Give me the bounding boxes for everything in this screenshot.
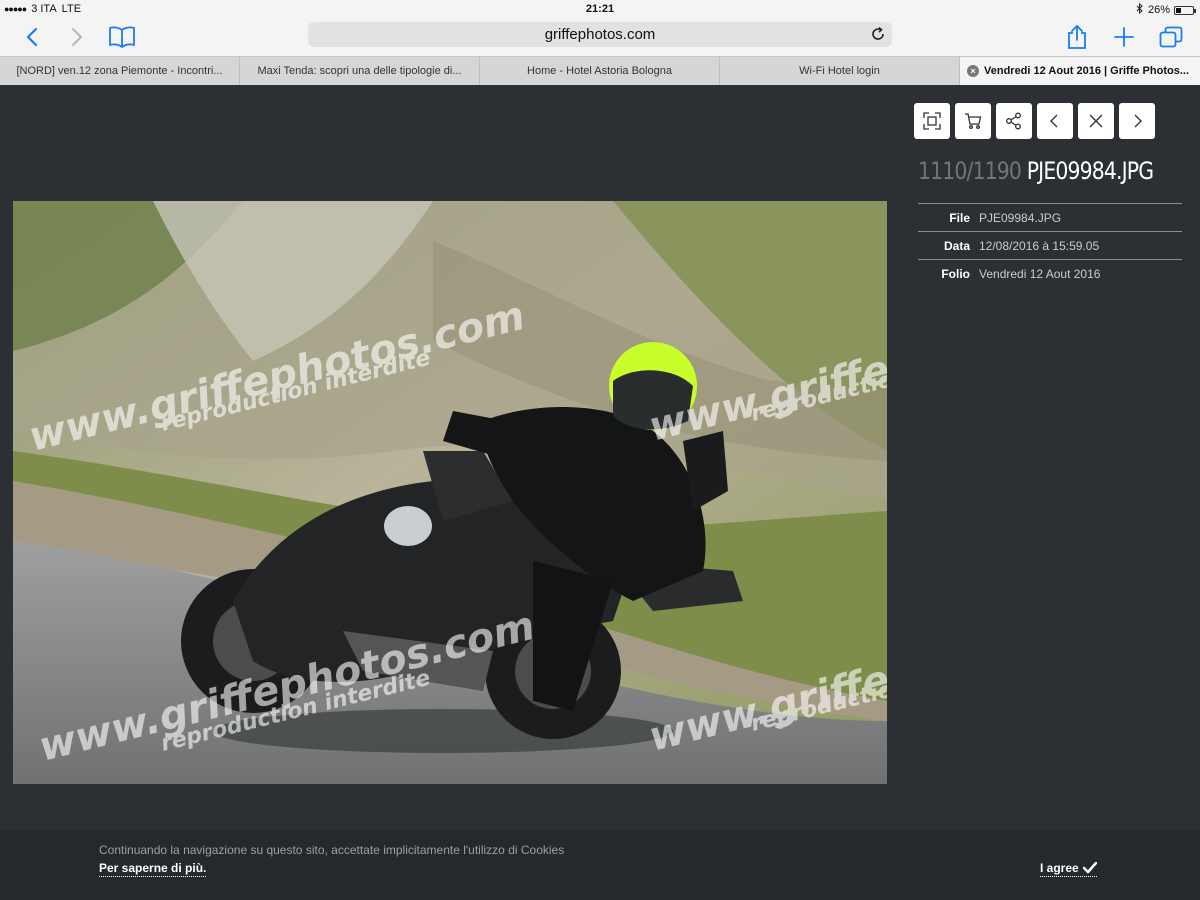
bookmarks-button[interactable] — [108, 24, 136, 50]
meta-key: Folio — [941, 266, 970, 281]
tab-label: [NORD] ven.12 zona Piemonte - Incontri..… — [16, 65, 223, 77]
cookie-text: Continuando la navigazione su questo sit… — [99, 843, 565, 857]
chevron-left-icon — [26, 27, 38, 47]
status-time: 21:21 — [585, 3, 615, 15]
plus-icon — [1114, 27, 1134, 47]
fullscreen-button[interactable] — [914, 103, 950, 139]
checkmark-icon — [1082, 862, 1097, 874]
tabs-overview-button[interactable] — [1157, 24, 1185, 50]
tabs-icon — [1159, 26, 1183, 48]
url-text: griffephotos.com — [544, 26, 656, 43]
new-tab-button[interactable] — [1110, 24, 1138, 50]
battery-icon — [1174, 5, 1196, 15]
browser-toolbar: griffephotos.com — [0, 18, 1200, 56]
share-photo-button[interactable] — [996, 103, 1032, 139]
book-icon — [109, 26, 135, 48]
battery-percent: 26% — [1147, 4, 1170, 16]
photo-image: www.griffephotos.com reproduction interd… — [13, 201, 887, 784]
tab-label: Maxi Tenda: scopri una delle tipologie d… — [257, 65, 462, 77]
chevron-left-icon — [1050, 114, 1058, 128]
close-tab-icon[interactable]: × — [967, 65, 979, 77]
photo-title: 1110/1190 PJE09984.JPG — [918, 157, 1154, 185]
tab-wifi-login[interactable]: Wi-Fi Hotel login — [720, 57, 960, 85]
meta-key: Data — [943, 238, 970, 253]
back-button[interactable] — [18, 24, 46, 50]
url-bar[interactable]: griffephotos.com — [308, 22, 892, 47]
tab-label: Wi-Fi Hotel login — [799, 65, 880, 77]
tab-hotel-astoria[interactable]: Home - Hotel Astoria Bologna — [480, 57, 720, 85]
photo-metadata: File PJE09984.JPG Data 12/08/2016 à 15:5… — [918, 203, 1182, 287]
meta-value: PJE09984.JPG — [979, 210, 1062, 225]
tab-nord[interactable]: [NORD] ven.12 zona Piemonte - Incontri..… — [0, 57, 240, 85]
reload-icon[interactable] — [870, 26, 886, 42]
next-photo-button[interactable] — [1119, 103, 1155, 139]
photo-filename: PJE09984.JPG — [1026, 157, 1154, 185]
cookie-banner: Continuando la navigazione su questo sit… — [0, 830, 1200, 900]
chevron-right-icon — [1134, 114, 1142, 128]
meta-value: Vendredi 12 Aout 2016 — [979, 266, 1101, 281]
expand-icon — [923, 112, 941, 130]
share-nodes-icon — [1006, 112, 1021, 130]
tab-maxi-tenda[interactable]: Maxi Tenda: scopri una delle tipologie d… — [240, 57, 480, 85]
previous-photo-button[interactable] — [1037, 103, 1073, 139]
cookie-more-link[interactable]: Per saperne di più. — [99, 861, 207, 877]
tab-label: Home - Hotel Astoria Bologna — [527, 65, 672, 77]
cookie-agree-label: I agree — [1040, 861, 1079, 875]
chevron-right-icon — [71, 27, 83, 47]
cookie-agree-button[interactable]: I agree — [1040, 861, 1097, 877]
status-bar: ●●●●● 3 ITA LTE 21:21 26% — [0, 0, 1200, 18]
photo-viewer-page: www.griffephotos.com reproduction interd… — [0, 85, 1200, 900]
close-viewer-button[interactable] — [1078, 103, 1114, 139]
cart-icon — [965, 113, 982, 129]
meta-key: File — [949, 210, 970, 225]
tab-label: Vendredi 12 Aout 2016 | Griffe Photos... — [984, 65, 1189, 77]
meta-row-folio: Folio Vendredi 12 Aout 2016 — [918, 259, 1182, 287]
tab-griffe-photos[interactable]: × Vendredi 12 Aout 2016 | Griffe Photos.… — [960, 57, 1200, 85]
meta-value: 12/08/2016 à 15:59.05 — [979, 238, 1100, 253]
share-icon — [1068, 25, 1086, 49]
photo-counter: 1110/1190 — [918, 157, 1022, 185]
status-right: 26% — [1136, 2, 1196, 17]
add-to-cart-button[interactable] — [955, 103, 991, 139]
meta-row-data: Data 12/08/2016 à 15:59.05 — [918, 231, 1182, 259]
share-button[interactable] — [1063, 24, 1091, 50]
bluetooth-icon — [1136, 2, 1144, 17]
close-icon — [1089, 114, 1103, 128]
tab-strip: [NORD] ven.12 zona Piemonte - Incontri..… — [0, 56, 1200, 85]
forward-button[interactable] — [63, 24, 91, 50]
meta-row-file: File PJE09984.JPG — [918, 203, 1182, 231]
viewer-actions — [914, 103, 1155, 139]
